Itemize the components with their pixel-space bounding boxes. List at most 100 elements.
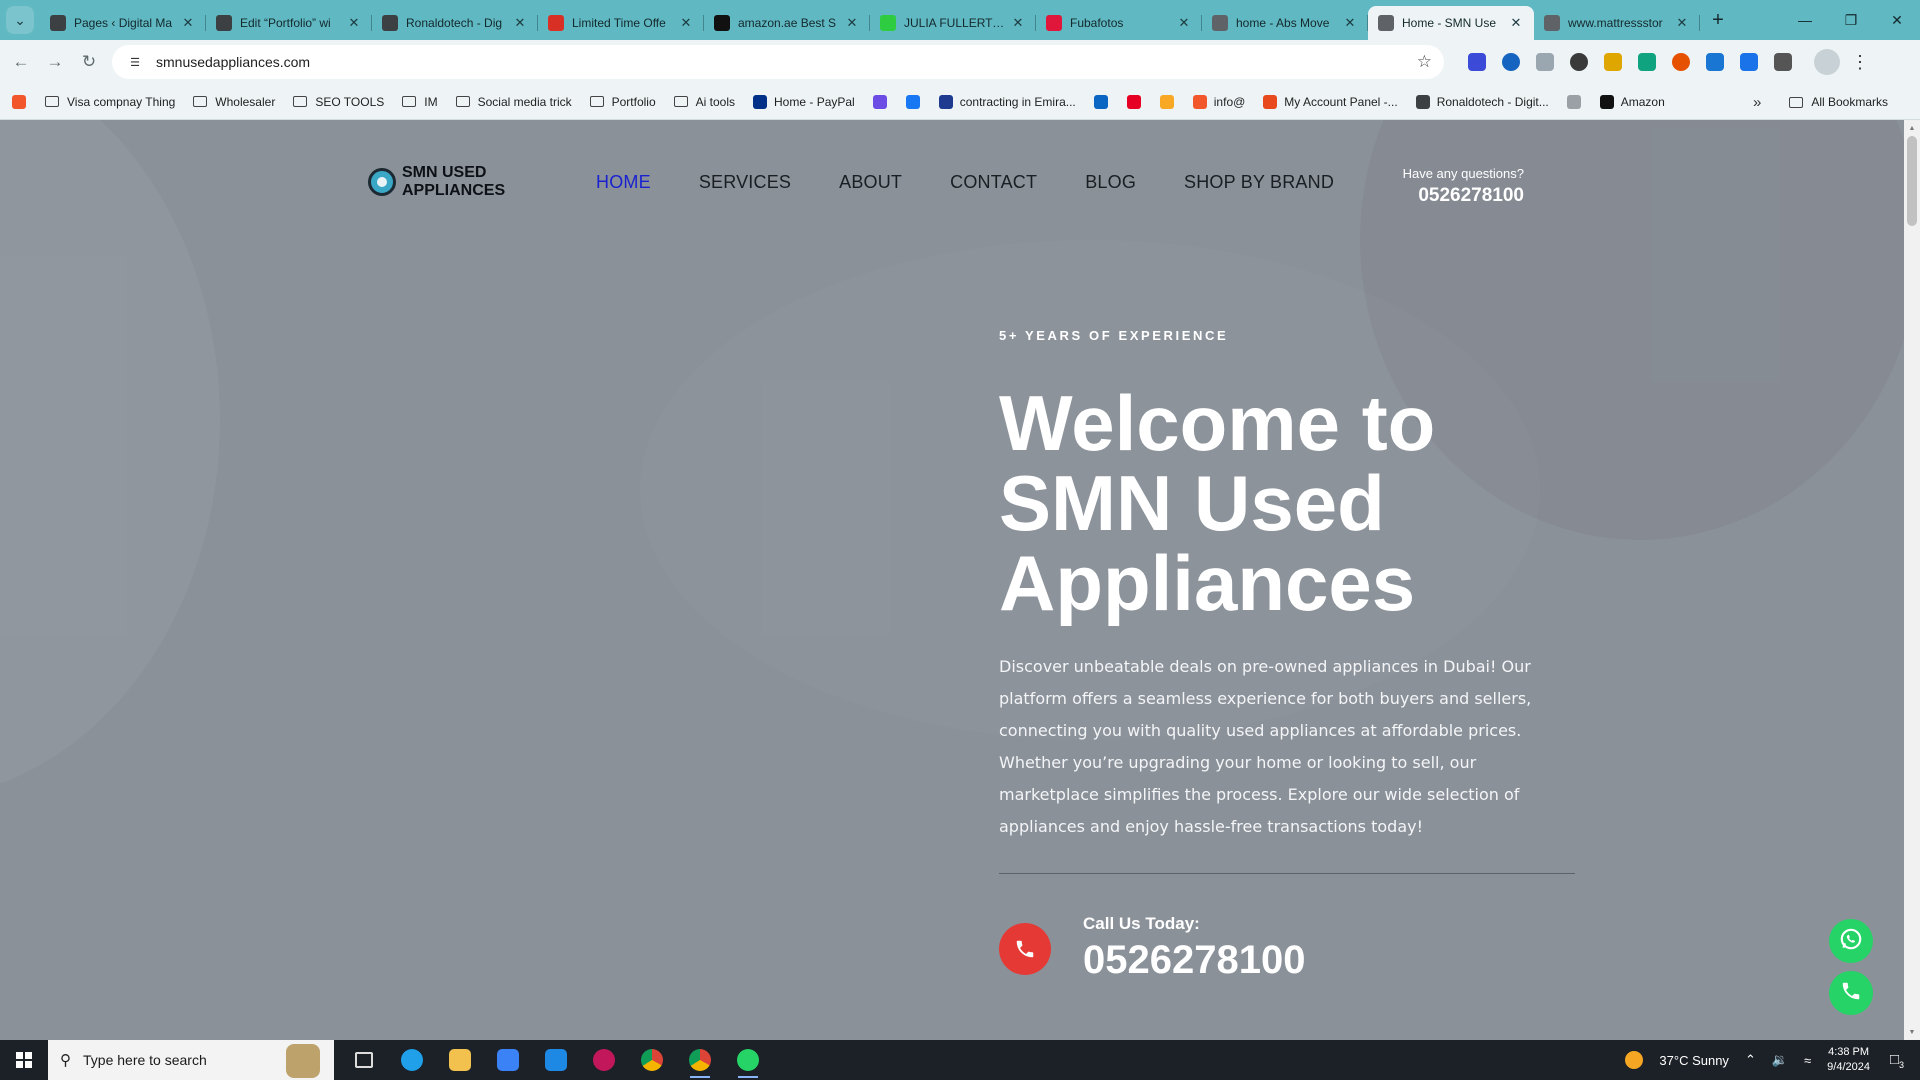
store-app[interactable] [484, 1040, 532, 1080]
bookmark-item[interactable] [1566, 94, 1588, 109]
chevron-double-right-icon[interactable]: » [1753, 94, 1761, 111]
forward-button[interactable]: → [38, 45, 72, 79]
nav-link-home[interactable]: HOME [596, 172, 651, 193]
address-bar[interactable]: ☰ smnusedappliances.com ☆ [112, 45, 1444, 79]
back-button[interactable]: ← [4, 45, 38, 79]
chevron-up-icon[interactable]: ⌃ [1745, 1052, 1756, 1068]
restore-icon[interactable]: ❐ [1828, 0, 1874, 40]
browser-tab[interactable]: Fubafotos ✕ [1036, 6, 1202, 40]
browser-tab[interactable]: Pages ‹ Digital Ma ✕ [40, 6, 206, 40]
scroll-down-icon[interactable]: ▼ [1904, 1024, 1920, 1040]
call-float-button[interactable] [1829, 971, 1873, 1015]
chrome-app[interactable] [628, 1040, 676, 1080]
profile-avatar[interactable] [1814, 49, 1840, 75]
extension-icon[interactable] [1706, 53, 1724, 71]
bookmark-item[interactable]: Home - PayPal [753, 94, 855, 109]
chrome-app-active[interactable] [676, 1040, 724, 1080]
browser-tab[interactable]: www.mattressstor ✕ [1534, 6, 1700, 40]
whatsapp-float-button[interactable] [1829, 919, 1873, 963]
minimize-icon[interactable]: — [1782, 0, 1828, 40]
browser-tab[interactable]: JULIA FULLERTON ✕ [870, 6, 1036, 40]
tab-close-icon[interactable]: ✕ [1342, 15, 1358, 31]
wifi-icon[interactable]: ≈ [1804, 1053, 1811, 1068]
bookmark-folder[interactable]: SEO TOOLS [293, 95, 384, 109]
call-number-link[interactable]: 0526278100 [1083, 938, 1305, 983]
weather-sun-icon[interactable] [1625, 1051, 1644, 1069]
page-scrollbar[interactable]: ▲ ▼ [1904, 120, 1920, 1040]
bookmark-folder[interactable]: Social media trick [455, 95, 572, 109]
bookmark-item[interactable] [1126, 94, 1148, 109]
taskbar-search[interactable]: ⚲ Type here to search [48, 1040, 334, 1080]
kebab-menu-icon[interactable]: ⋮ [1848, 52, 1872, 73]
bookmark-folder[interactable]: Visa compnay Thing [45, 95, 175, 109]
bookmark-item[interactable] [1159, 94, 1181, 109]
browser-tab[interactable]: home - Abs Move ✕ [1202, 6, 1368, 40]
bookmark-folder[interactable]: IM [402, 95, 438, 109]
notification-icon[interactable]: □3 [1880, 1051, 1914, 1070]
extension-icon[interactable] [1502, 53, 1520, 71]
tab-close-icon[interactable]: ✕ [1010, 15, 1026, 31]
bookmark-folder[interactable]: Ai tools [673, 95, 735, 109]
extension-icon[interactable] [1570, 53, 1588, 71]
tab-close-icon[interactable]: ✕ [844, 15, 860, 31]
file-explorer-app[interactable] [436, 1040, 484, 1080]
browser-tab-active[interactable]: Home - SMN Use ✕ [1368, 6, 1534, 40]
nav-link-shop-by-brand[interactable]: SHOP BY BRAND [1184, 172, 1334, 193]
whatsapp-app[interactable] [724, 1040, 772, 1080]
start-button[interactable] [0, 1040, 48, 1080]
edge-app[interactable] [388, 1040, 436, 1080]
bookmark-item[interactable]: Ronaldotech - Digit... [1415, 94, 1549, 109]
close-icon[interactable]: ✕ [1874, 0, 1920, 40]
bookmark-item[interactable]: My Account Panel -... [1263, 94, 1398, 109]
puzzle-icon[interactable] [1774, 53, 1792, 71]
browser-tab[interactable]: amazon.ae Best S ✕ [704, 6, 870, 40]
bookmark-item[interactable] [12, 94, 33, 109]
new-tab-button[interactable]: + [1704, 6, 1732, 34]
extension-icon[interactable] [1468, 53, 1486, 71]
bookmark-item[interactable]: Amazon [1599, 94, 1665, 109]
speaker-icon[interactable]: 🔉 [1772, 1052, 1788, 1068]
nav-link-services[interactable]: SERVICES [699, 172, 791, 193]
tab-close-icon[interactable]: ✕ [1674, 15, 1690, 31]
browser-tab[interactable]: Ronaldotech - Dig ✕ [372, 6, 538, 40]
tab-close-icon[interactable]: ✕ [1508, 15, 1524, 31]
nav-link-blog[interactable]: BLOG [1085, 172, 1136, 193]
tab-close-icon[interactable]: ✕ [678, 15, 694, 31]
extension-icon[interactable] [1740, 53, 1758, 71]
tab-close-icon[interactable]: ✕ [1176, 15, 1192, 31]
site-info-icon[interactable]: ☰ [124, 51, 146, 73]
bookmark-item[interactable] [905, 94, 927, 109]
weather-text[interactable]: 37°C Sunny [1659, 1053, 1729, 1068]
extension-icon[interactable] [1672, 53, 1690, 71]
scroll-up-icon[interactable]: ▲ [1904, 120, 1920, 136]
tab-close-icon[interactable]: ✕ [346, 15, 362, 31]
snipping-app[interactable] [580, 1040, 628, 1080]
tab-search-button[interactable]: ⌄ [6, 6, 34, 34]
task-view-button[interactable] [340, 1040, 388, 1080]
bookmark-star-icon[interactable]: ☆ [1417, 52, 1432, 72]
bookmark-folder[interactable]: Wholesaler [193, 95, 275, 109]
tab-close-icon[interactable]: ✕ [512, 15, 528, 31]
reload-button[interactable]: ↻ [72, 45, 106, 79]
header-phone-link[interactable]: 0526278100 [1403, 185, 1524, 207]
site-logo[interactable]: SMN USED APPLIANCES [368, 164, 505, 200]
url-text[interactable]: smnusedappliances.com [156, 54, 1417, 70]
bookmark-item[interactable] [872, 94, 894, 109]
tab-close-icon[interactable]: ✕ [180, 15, 196, 31]
clock[interactable]: 4:38 PM 9/4/2024 [1827, 1045, 1870, 1075]
nav-link-about[interactable]: ABOUT [839, 172, 902, 193]
bookmark-item[interactable]: info@ [1192, 94, 1245, 109]
bookmark-item[interactable] [1093, 94, 1115, 109]
scroll-thumb[interactable] [1907, 136, 1917, 226]
browser-tab[interactable]: Edit “Portfolio” wi ✕ [206, 6, 372, 40]
bookmark-item[interactable]: contracting in Emira... [938, 94, 1076, 109]
all-bookmarks-button[interactable]: All Bookmarks [1789, 95, 1888, 109]
phone-icon[interactable] [999, 922, 1051, 975]
browser-tab[interactable]: Limited Time Offe ✕ [538, 6, 704, 40]
extension-icon[interactable] [1638, 53, 1656, 71]
bookmark-folder[interactable]: Portfolio [589, 95, 656, 109]
extension-icon[interactable] [1536, 53, 1554, 71]
nav-link-contact[interactable]: CONTACT [950, 172, 1037, 193]
extension-icon[interactable] [1604, 53, 1622, 71]
mail-app[interactable] [532, 1040, 580, 1080]
